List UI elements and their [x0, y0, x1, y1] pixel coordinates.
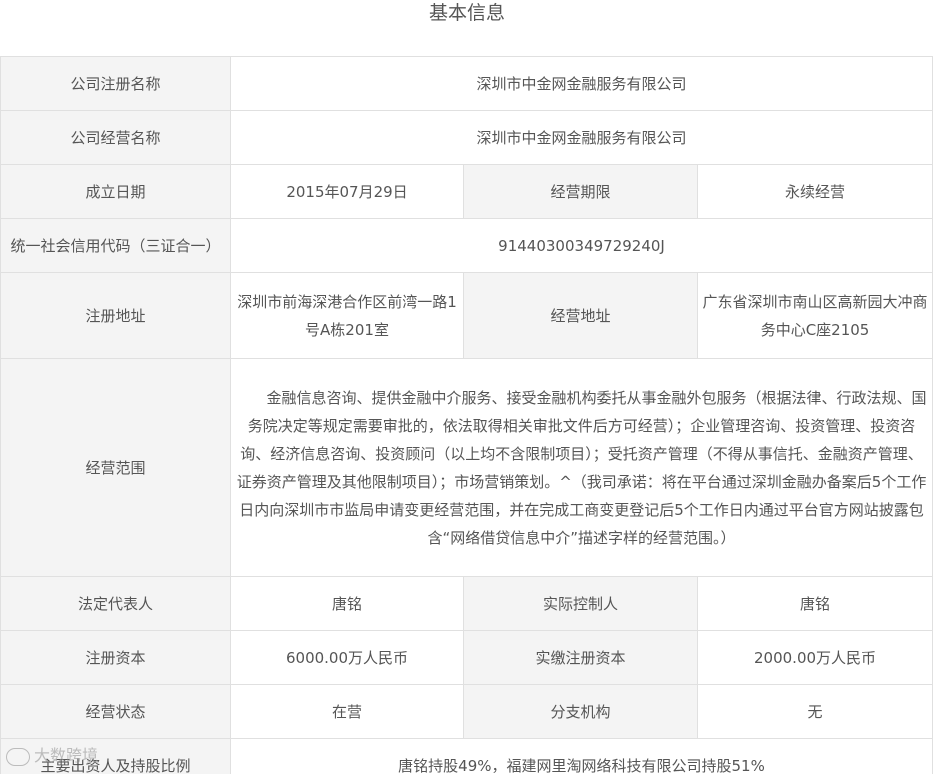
op-name-value: 深圳市中金网金融服务有限公司: [229, 110, 934, 165]
paid-capital-label: 实缴注册资本: [463, 630, 698, 685]
watermark-text: 大数跨境: [34, 746, 99, 765]
status-label: 经营状态: [0, 684, 231, 739]
status-value: 在营: [230, 684, 464, 739]
scope-label: 经营范围: [0, 358, 231, 577]
term-value: 永续经营: [696, 164, 934, 219]
paid-capital-value: 2000.00万人民币: [696, 630, 934, 685]
company-info-table: 公司注册名称 深圳市中金网金融服务有限公司 公司经营名称 深圳市中金网金融服务有…: [0, 56, 934, 774]
op-address-label: 经营地址: [463, 272, 698, 359]
credit-code-value: 91440300349729240J: [229, 218, 934, 273]
watermark: 大数跨境: [6, 742, 98, 766]
table-row: 主要出资人及持股比例 唐铭持股49%，福建网里淘网络科技有限公司持股51%: [0, 738, 934, 774]
reg-name-value: 深圳市中金网金融服务有限公司: [229, 56, 934, 111]
scope-value: 金融信息咨询、提供金融中介服务、接受金融机构委托从事金融外包服务（根据法律、行政…: [229, 358, 934, 577]
table-row: 成立日期 2015年07月29日 经营期限 永续经营: [0, 164, 934, 219]
credit-code-label: 统一社会信用代码（三证合一）: [0, 218, 231, 273]
op-name-label: 公司经营名称: [0, 110, 231, 165]
table-row: 注册资本 6000.00万人民币 实缴注册资本 2000.00万人民币: [0, 630, 934, 685]
op-address-value: 广东省深圳市南山区高新园大冲商务中心C座2105: [696, 272, 934, 359]
page-title: 基本信息: [428, 2, 505, 24]
page: 基本信息 公司注册名称 深圳市中金网金融服务有限公司 公司经营名称 深圳市中金网…: [0, 0, 934, 774]
table-row: 公司经营名称 深圳市中金网金融服务有限公司: [0, 110, 934, 165]
reg-name-label: 公司注册名称: [0, 56, 231, 111]
table-row: 经营状态 在营 分支机构 无: [0, 684, 934, 739]
controller-label: 实际控制人: [463, 576, 698, 631]
branch-label: 分支机构: [463, 684, 698, 739]
table-row: 统一社会信用代码（三证合一） 91440300349729240J: [0, 218, 934, 273]
table-row: 公司注册名称 深圳市中金网金融服务有限公司: [0, 56, 934, 111]
reg-address-label: 注册地址: [0, 272, 231, 359]
term-label: 经营期限: [463, 164, 698, 219]
reg-capital-value: 6000.00万人民币: [230, 630, 464, 685]
founded-value: 2015年07月29日: [230, 164, 464, 219]
founded-label: 成立日期: [0, 164, 231, 219]
reg-capital-label: 注册资本: [0, 630, 231, 685]
table-row: 经营范围 金融信息咨询、提供金融中介服务、接受金融机构委托从事金融外包服务（根据…: [0, 358, 934, 577]
reg-address-value: 深圳市前海深港合作区前湾一路1号A栋201室: [230, 272, 464, 359]
controller-value: 唐铭: [696, 576, 934, 631]
watermark-logo-icon: [6, 747, 30, 766]
shareholders-value: 唐铭持股49%，福建网里淘网络科技有限公司持股51%: [229, 738, 934, 774]
table-row: 法定代表人 唐铭 实际控制人 唐铭: [0, 576, 934, 631]
branch-value: 无: [696, 684, 934, 739]
legal-rep-value: 唐铭: [230, 576, 464, 631]
table-row: 注册地址 深圳市前海深港合作区前湾一路1号A栋201室 经营地址 广东省深圳市南…: [0, 272, 934, 359]
legal-rep-label: 法定代表人: [0, 576, 231, 631]
